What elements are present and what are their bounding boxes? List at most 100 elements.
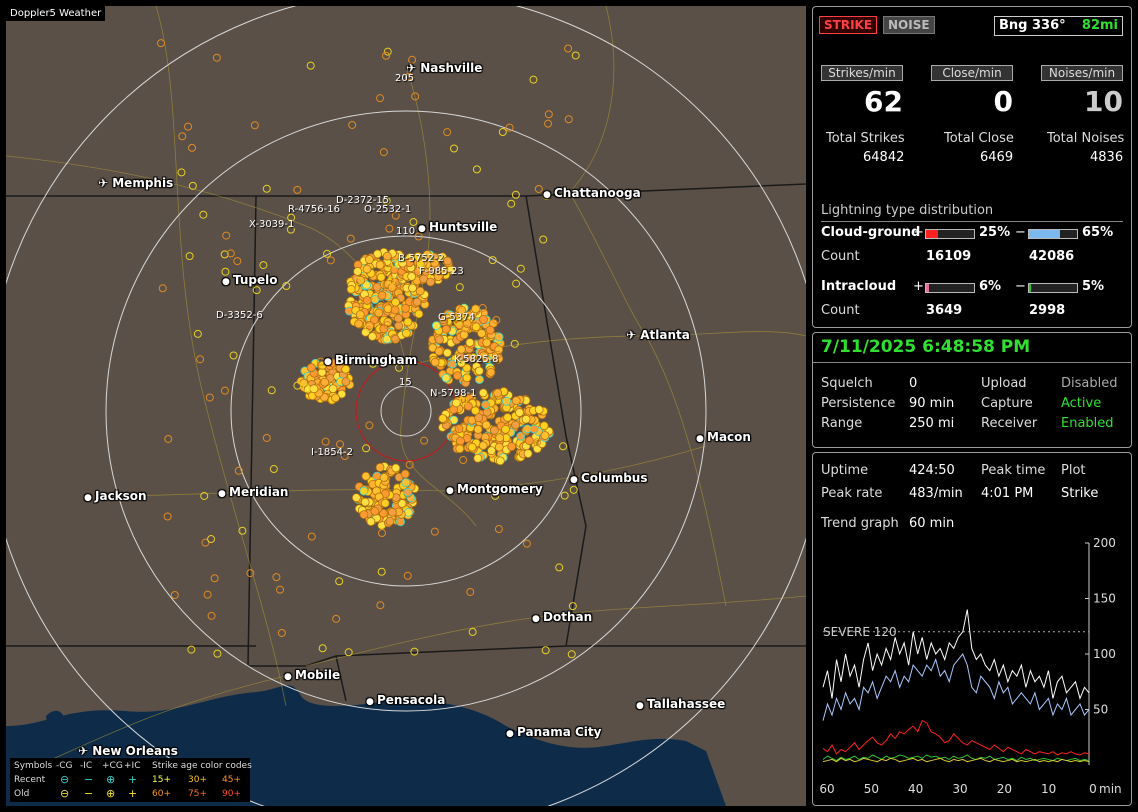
strike-marker (541, 646, 550, 655)
strike-marker (495, 433, 505, 443)
strike-marker (564, 44, 573, 53)
strike-marker (309, 384, 319, 394)
city-dot-icon: ● (446, 486, 457, 496)
legend-cg-neg: -CG (56, 761, 73, 771)
strike-marker (408, 283, 417, 293)
strike-marker (438, 414, 448, 423)
noise-rate: 10 (1084, 85, 1123, 118)
strike-marker (507, 199, 516, 208)
bearing-label: Bng 336° (999, 18, 1066, 33)
strike-marker (353, 267, 363, 276)
storm-cell-label[interactable]: F-985-23 (419, 266, 464, 277)
lightning-map[interactable]: Doppler5 Weather ✈ Nashville ✈ Memphis ● C… (6, 6, 806, 806)
strike-marker (481, 400, 491, 410)
total-noises: 4836 (1090, 150, 1124, 165)
x-unit-label: min (1099, 782, 1122, 796)
datetime: 7/11/2025 6:48:58 PM (821, 337, 1031, 357)
age-15: 15+ (152, 775, 171, 785)
strike-marker (262, 433, 271, 442)
strike-marker (267, 386, 276, 395)
strike-marker (307, 532, 316, 541)
range-label: Range (821, 416, 863, 431)
strike-marker (524, 436, 534, 446)
bearing-box: Bng 336° 82mi (994, 16, 1123, 36)
strike-marker (177, 168, 186, 177)
cg-pos-count: 16109 (926, 249, 972, 264)
strike-marker (377, 567, 386, 576)
strike-marker (385, 224, 394, 233)
strike-marker (212, 53, 221, 62)
strike-marker (158, 284, 167, 293)
strike-marker (515, 408, 524, 417)
strike-marker (382, 51, 391, 60)
x-tick-label: 40 (908, 782, 923, 796)
storm-cell-label[interactable]: N-5798-1 (430, 388, 477, 399)
cg-neg-bar (1028, 229, 1078, 239)
strike-marker (544, 119, 553, 128)
strike-marker (157, 39, 166, 48)
strike-marker (368, 332, 377, 341)
strike-marker (494, 525, 503, 534)
airport-icon: ✈ (626, 328, 641, 342)
strike-marker (229, 351, 238, 360)
strike-marker (394, 321, 404, 331)
trend-graph-label: Trend graph (821, 516, 899, 531)
total-strikes-label: Total Strikes (826, 131, 905, 146)
strike-marker (401, 478, 411, 487)
storm-cell-label[interactable]: R-4756-16 (288, 204, 340, 215)
strike-marker (521, 414, 531, 424)
city-dot-icon: ● (543, 190, 554, 200)
noises-per-min-header: Noises/min (1041, 65, 1123, 81)
strike-marker (523, 449, 533, 458)
storm-cell-label[interactable]: D-3352-6 (216, 310, 263, 321)
strike-marker (539, 235, 548, 244)
strike-marker (564, 115, 573, 124)
city-jackson: ● Jackson (84, 489, 147, 503)
minus-sign: − (1015, 279, 1026, 294)
age-75: 75+ (188, 789, 207, 799)
strike-marker (462, 373, 472, 383)
strike-marker (487, 446, 496, 456)
strike-marker (380, 498, 390, 508)
strike-marker (534, 184, 543, 193)
strike-button[interactable]: STRIKE (819, 16, 878, 34)
city-dothan: ● Dothan (532, 610, 592, 624)
storm-cell-label[interactable]: B-5752-2 (398, 253, 444, 264)
strike-marker (511, 396, 521, 406)
storm-cell-label[interactable]: X-3039-1 (249, 219, 294, 230)
legend-ic-neg: -IC (80, 761, 93, 771)
strike-marker (494, 332, 504, 342)
strike-marker (473, 425, 483, 434)
strike-marker (522, 539, 531, 548)
strike-marker (164, 434, 173, 443)
bearing-distance: 82mi (1081, 18, 1118, 33)
capture-value: Active (1061, 396, 1102, 411)
storm-cell-label[interactable]: O-2532-1 (364, 204, 411, 215)
range-label: 110 (396, 226, 416, 237)
y-tick-label: 100 (1093, 647, 1116, 661)
storm-cell-label[interactable]: K-5825-8 (454, 354, 499, 365)
strike-marker (366, 517, 376, 526)
storm-cell-label[interactable]: I-1854-2 (311, 447, 353, 458)
strike-marker (318, 644, 327, 653)
legend-old: Old (14, 789, 30, 799)
cg-pos-pct: 25% (979, 225, 1011, 240)
strike-marker (481, 420, 491, 430)
ic-neg-old-icon: − (84, 787, 94, 800)
strike-marker (178, 132, 187, 141)
city-dot-icon: ● (324, 357, 335, 367)
strike-marker (187, 645, 196, 654)
storm-cell-label[interactable]: G-5374 (438, 312, 475, 323)
distribution-title: Lightning type distribution (821, 203, 994, 218)
noise-button[interactable]: NOISE (883, 16, 935, 34)
strike-marker (450, 144, 459, 153)
age-90: 90+ (222, 789, 241, 799)
plot-value[interactable]: Strike (1061, 486, 1098, 501)
strike-marker (233, 257, 242, 266)
range-label: 205 (395, 73, 415, 84)
x-tick-label: 20 (997, 782, 1012, 796)
strike-marker (529, 75, 538, 84)
city-name: Nashville (420, 61, 483, 75)
strike-marker (482, 407, 492, 417)
ic-pos-old-icon: + (128, 787, 138, 800)
